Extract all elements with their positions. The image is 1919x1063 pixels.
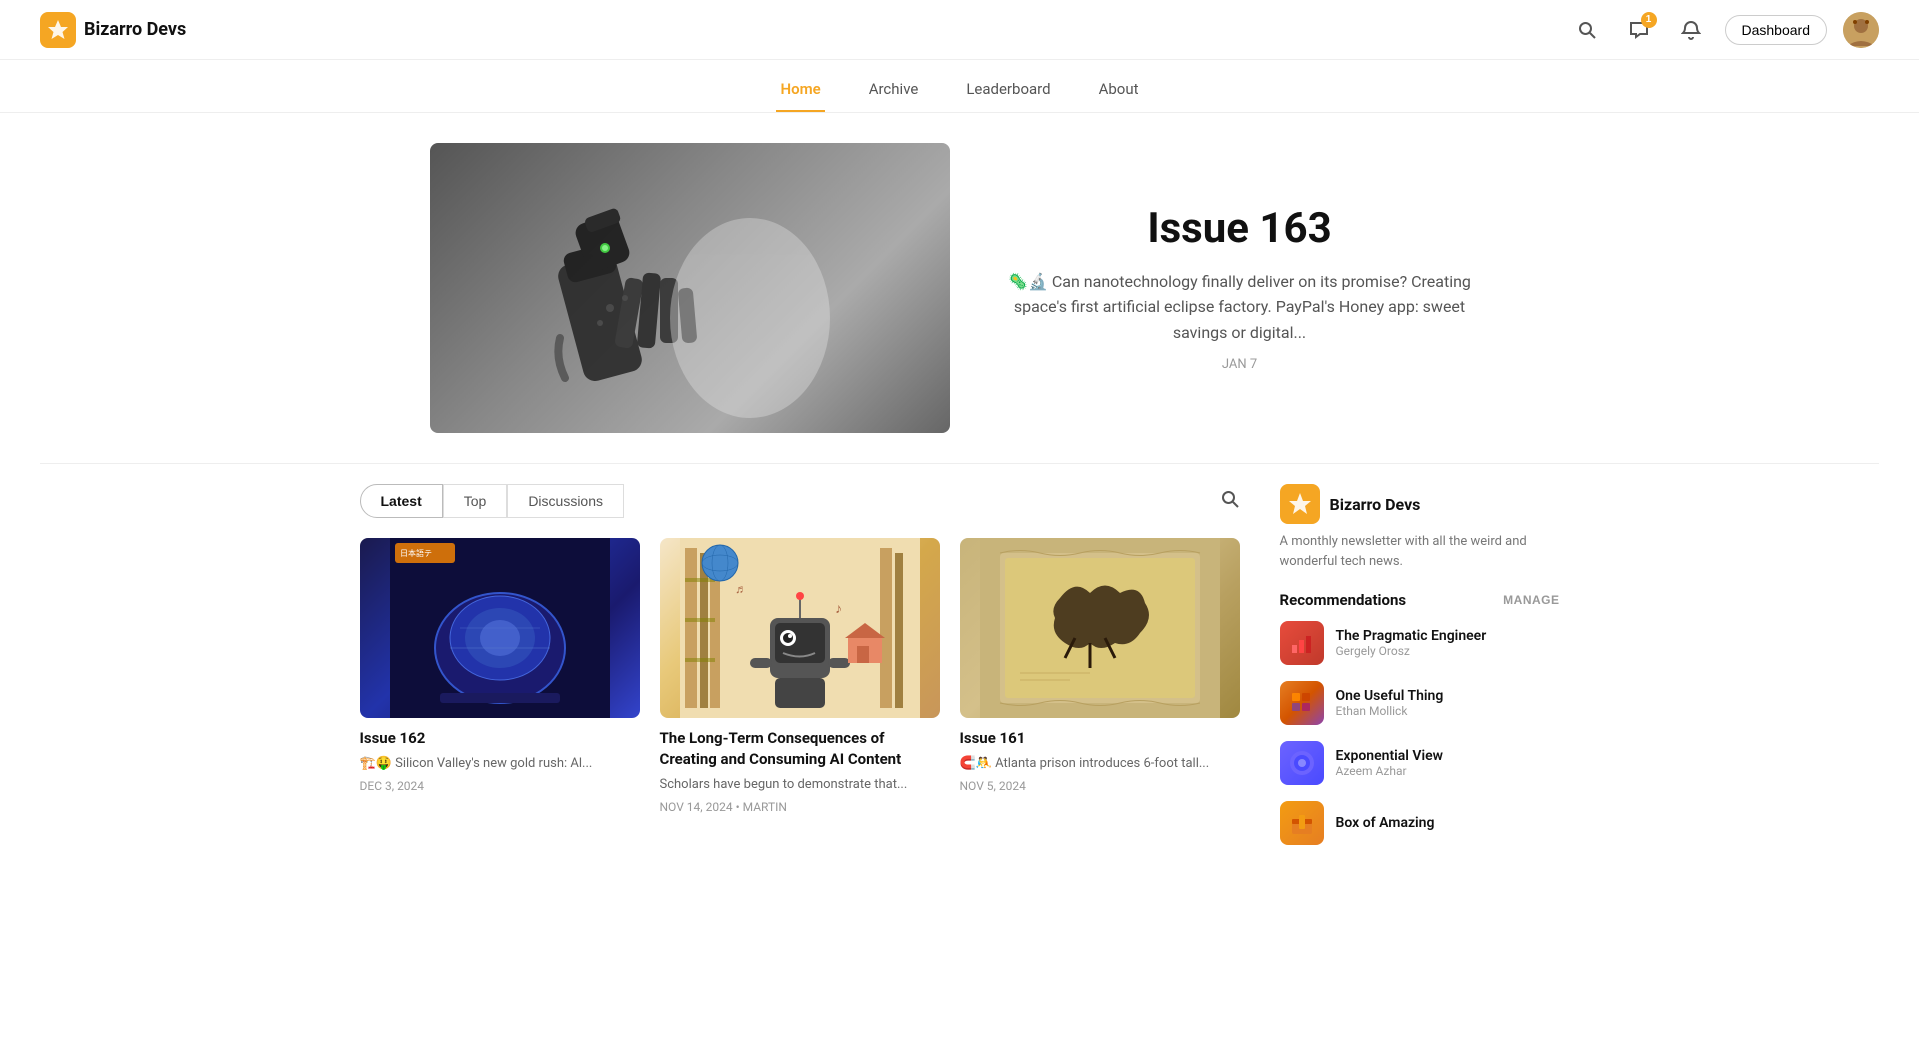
card-162-subtitle: 🏗️🤑 Silicon Valley's new gold rush: Al..… — [360, 755, 640, 773]
card-ai-image: ♪ ♬ — [660, 538, 940, 718]
rec-useful-name: One Useful Thing — [1336, 688, 1444, 704]
tabs-search-button[interactable] — [1220, 489, 1240, 514]
card-ai[interactable]: ♪ ♬ The Long-Term Consequences of Creati… — [660, 538, 940, 814]
hero-image-placeholder — [430, 143, 950, 433]
nav-about[interactable]: About — [1095, 72, 1143, 112]
rec-box-icon — [1280, 801, 1324, 845]
messages-button[interactable]: 1 — [1621, 12, 1657, 48]
tab-discussions[interactable]: Discussions — [507, 484, 624, 518]
rec-exponential-name: Exponential View — [1336, 748, 1444, 764]
rec-useful-info: One Useful Thing Ethan Mollick — [1336, 688, 1444, 718]
rec-pragmatic-name: The Pragmatic Engineer — [1336, 628, 1487, 644]
card-161-subtitle: 🧲🤼 Atlanta prison introduces 6-foot tall… — [960, 755, 1240, 773]
rec-useful-author: Ethan Mollick — [1336, 704, 1444, 718]
tabs-row: Latest Top Discussions — [360, 484, 1240, 518]
main-column: Latest Top Discussions — [360, 484, 1240, 861]
card-162-date: DEC 3, 2024 — [360, 779, 640, 793]
rec-pragmatic-engineer[interactable]: The Pragmatic Engineer Gergely Orosz — [1280, 621, 1560, 665]
nav-archive[interactable]: Archive — [865, 72, 923, 112]
rec-exponential-info: Exponential View Azeem Azhar — [1336, 748, 1444, 778]
card-161-image — [960, 538, 1240, 718]
tab-latest[interactable]: Latest — [360, 484, 443, 518]
nav-leaderboard[interactable]: Leaderboard — [962, 72, 1054, 112]
sidebar-brand-name: Bizarro Devs — [1330, 495, 1421, 514]
card-161-date: NOV 5, 2024 — [960, 779, 1240, 793]
recommendations-header: Recommendations MANAGE — [1280, 591, 1560, 609]
svg-text:日本語テ: 日本語テ — [400, 548, 432, 558]
card-162-title: Issue 162 — [360, 728, 640, 749]
sidebar-logo-icon — [1280, 484, 1320, 524]
recommendations-title: Recommendations — [1280, 591, 1407, 609]
nav-home[interactable]: Home — [776, 72, 824, 112]
sidebar-brand-desc: A monthly newsletter with all the weird … — [1280, 532, 1560, 571]
rec-one-useful-thing[interactable]: One Useful Thing Ethan Mollick — [1280, 681, 1560, 725]
hero-image[interactable] — [430, 143, 950, 433]
card-ai-title: The Long-Term Consequences of Creating a… — [660, 728, 940, 770]
rec-box-amazing[interactable]: Box of Amazing — [1280, 801, 1560, 845]
cards-grid: 日本語テ Issue 162 🏗️🤑 Silicon Valley's new … — [360, 538, 1240, 814]
rec-box-info: Box of Amazing — [1336, 815, 1435, 831]
hero-content[interactable]: Issue 163 🦠🔬 Can nanotechnology finally … — [990, 204, 1490, 373]
rec-exponential-icon — [1280, 741, 1324, 785]
notifications-button[interactable] — [1673, 12, 1709, 48]
hero-date: JAN 7 — [990, 357, 1490, 372]
header: Bizarro Devs 1 Dashboard — [0, 0, 1919, 60]
user-avatar[interactable] — [1843, 12, 1879, 48]
dashboard-button[interactable]: Dashboard — [1725, 15, 1828, 45]
rec-box-name: Box of Amazing — [1336, 815, 1435, 831]
hero-description: 🦠🔬 Can nanotechnology finally deliver on… — [990, 269, 1490, 346]
card-ai-date: NOV 14, 2024 • MARTIN — [660, 800, 940, 814]
logo-icon — [40, 12, 76, 48]
header-actions: 1 Dashboard — [1569, 12, 1880, 48]
rec-exponential-author: Azeem Azhar — [1336, 764, 1444, 778]
rec-useful-icon — [1280, 681, 1324, 725]
sidebar-brand[interactable]: Bizarro Devs — [1280, 484, 1560, 524]
rec-exponential-view[interactable]: Exponential View Azeem Azhar — [1280, 741, 1560, 785]
rec-pragmatic-author: Gergely Orosz — [1336, 644, 1487, 658]
rec-pragmatic-icon — [1280, 621, 1324, 665]
card-ai-subtitle: Scholars have begun to demonstrate that.… — [660, 776, 940, 794]
main-nav: Home Archive Leaderboard About — [0, 60, 1919, 113]
card-162-image: 日本語テ — [360, 538, 640, 718]
tab-top[interactable]: Top — [443, 484, 508, 518]
card-161[interactable]: Issue 161 🧲🤼 Atlanta prison introduces 6… — [960, 538, 1240, 814]
hero-issue-title: Issue 163 — [990, 204, 1490, 253]
hero-section: Issue 163 🦠🔬 Can nanotechnology finally … — [410, 113, 1510, 463]
sidebar: Bizarro Devs A monthly newsletter with a… — [1280, 484, 1560, 861]
svg-text:♪: ♪ — [835, 601, 842, 617]
manage-button[interactable]: MANAGE — [1503, 593, 1559, 607]
card-161-title: Issue 161 — [960, 728, 1240, 749]
messages-badge: 1 — [1641, 12, 1657, 28]
logo-area[interactable]: Bizarro Devs — [40, 12, 186, 48]
site-title: Bizarro Devs — [84, 19, 186, 40]
search-button[interactable] — [1569, 12, 1605, 48]
rec-pragmatic-info: The Pragmatic Engineer Gergely Orosz — [1336, 628, 1487, 658]
main-container: Latest Top Discussions — [320, 464, 1600, 881]
svg-text:♬: ♬ — [735, 582, 747, 596]
card-162[interactable]: 日本語テ Issue 162 🏗️🤑 Silicon Valley's new … — [360, 538, 640, 814]
